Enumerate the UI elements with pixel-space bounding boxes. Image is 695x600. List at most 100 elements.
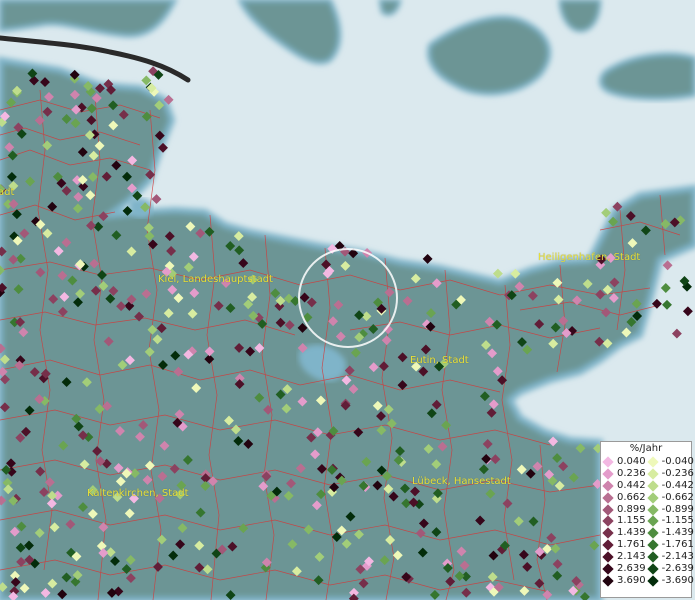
data-point[interactable]	[234, 379, 245, 390]
data-point[interactable]	[482, 439, 493, 449]
data-point[interactable]	[42, 106, 53, 117]
data-point[interactable]	[6, 97, 17, 108]
data-point[interactable]	[263, 404, 274, 415]
data-point[interactable]	[445, 576, 456, 587]
data-point[interactable]	[358, 578, 369, 589]
data-point[interactable]	[78, 502, 88, 513]
data-point[interactable]	[0, 354, 10, 365]
data-point[interactable]	[437, 441, 448, 452]
data-point[interactable]	[234, 245, 245, 256]
data-point[interactable]	[552, 570, 563, 581]
data-point[interactable]	[182, 455, 193, 465]
data-point[interactable]	[662, 299, 672, 310]
data-point[interactable]	[348, 384, 359, 395]
data-point[interactable]	[258, 481, 269, 492]
data-point[interactable]	[595, 289, 606, 300]
data-point[interactable]	[24, 540, 34, 551]
data-point[interactable]	[368, 362, 379, 373]
data-point[interactable]	[311, 500, 322, 511]
data-point[interactable]	[568, 472, 579, 483]
data-point[interactable]	[270, 288, 281, 299]
data-point[interactable]	[0, 402, 10, 413]
data-point[interactable]	[487, 348, 498, 359]
data-point[interactable]	[422, 253, 433, 264]
data-point[interactable]	[89, 258, 100, 269]
data-point[interactable]	[297, 343, 308, 353]
data-point[interactable]	[392, 550, 403, 561]
data-point[interactable]	[554, 480, 565, 491]
data-point[interactable]	[297, 396, 308, 407]
data-point[interactable]	[126, 246, 137, 257]
data-point[interactable]	[113, 462, 124, 473]
data-point[interactable]	[0, 495, 7, 506]
data-point[interactable]	[73, 421, 84, 432]
data-point[interactable]	[86, 220, 96, 231]
data-point[interactable]	[140, 202, 151, 213]
data-point[interactable]	[8, 254, 19, 265]
data-point[interactable]	[204, 346, 215, 357]
data-point[interactable]	[170, 350, 181, 361]
data-point[interactable]	[303, 524, 314, 535]
data-point[interactable]	[13, 284, 24, 295]
data-point[interactable]	[98, 281, 109, 291]
data-point[interactable]	[125, 573, 136, 584]
data-point[interactable]	[47, 578, 58, 589]
data-point[interactable]	[173, 293, 184, 303]
data-point[interactable]	[660, 283, 671, 293]
data-point[interactable]	[47, 201, 58, 212]
data-point[interactable]	[522, 561, 533, 572]
data-point[interactable]	[553, 294, 564, 305]
data-point[interactable]	[519, 585, 530, 596]
data-point[interactable]	[429, 589, 440, 600]
data-point[interactable]	[354, 529, 364, 540]
data-point[interactable]	[141, 288, 152, 299]
data-point[interactable]	[9, 526, 20, 537]
data-point[interactable]	[29, 75, 39, 86]
data-point[interactable]	[431, 399, 442, 410]
data-point[interactable]	[306, 432, 317, 443]
data-point[interactable]	[601, 307, 611, 318]
data-point[interactable]	[106, 587, 117, 598]
data-point[interactable]	[423, 443, 434, 454]
data-point[interactable]	[168, 550, 179, 561]
data-point[interactable]	[156, 323, 167, 334]
data-point[interactable]	[19, 583, 30, 594]
data-point[interactable]	[402, 295, 413, 306]
data-point[interactable]	[341, 375, 352, 386]
data-point[interactable]	[116, 301, 127, 312]
data-point[interactable]	[70, 118, 81, 129]
data-point[interactable]	[115, 426, 125, 436]
data-point[interactable]	[243, 439, 254, 449]
map-view[interactable]: Kiel, Landeshauptstadt Eutin, Stadt Heil…	[0, 0, 695, 600]
data-point[interactable]	[127, 155, 138, 166]
data-point[interactable]	[127, 183, 137, 194]
data-point[interactable]	[191, 383, 202, 393]
data-point[interactable]	[15, 542, 26, 553]
data-point[interactable]	[121, 564, 132, 575]
data-point[interactable]	[315, 395, 326, 406]
data-point[interactable]	[144, 460, 155, 471]
data-point[interactable]	[572, 295, 582, 306]
data-point[interactable]	[115, 476, 126, 487]
data-point[interactable]	[151, 194, 162, 205]
data-point[interactable]	[195, 228, 206, 239]
data-point[interactable]	[29, 367, 40, 378]
data-point[interactable]	[71, 413, 82, 424]
data-point[interactable]	[141, 111, 152, 122]
data-point[interactable]	[8, 199, 19, 209]
data-point[interactable]	[34, 527, 45, 538]
data-point[interactable]	[67, 275, 78, 286]
data-point[interactable]	[431, 278, 442, 289]
data-point[interactable]	[254, 343, 265, 353]
data-point[interactable]	[233, 436, 244, 446]
data-point[interactable]	[461, 587, 472, 598]
data-point[interactable]	[286, 478, 296, 489]
data-point[interactable]	[147, 324, 158, 335]
data-point[interactable]	[108, 120, 119, 131]
data-point[interactable]	[75, 288, 86, 299]
data-point[interactable]	[417, 547, 428, 558]
data-point[interactable]	[548, 436, 559, 447]
data-point[interactable]	[485, 488, 496, 499]
data-point[interactable]	[513, 516, 524, 527]
data-point[interactable]	[72, 203, 83, 214]
